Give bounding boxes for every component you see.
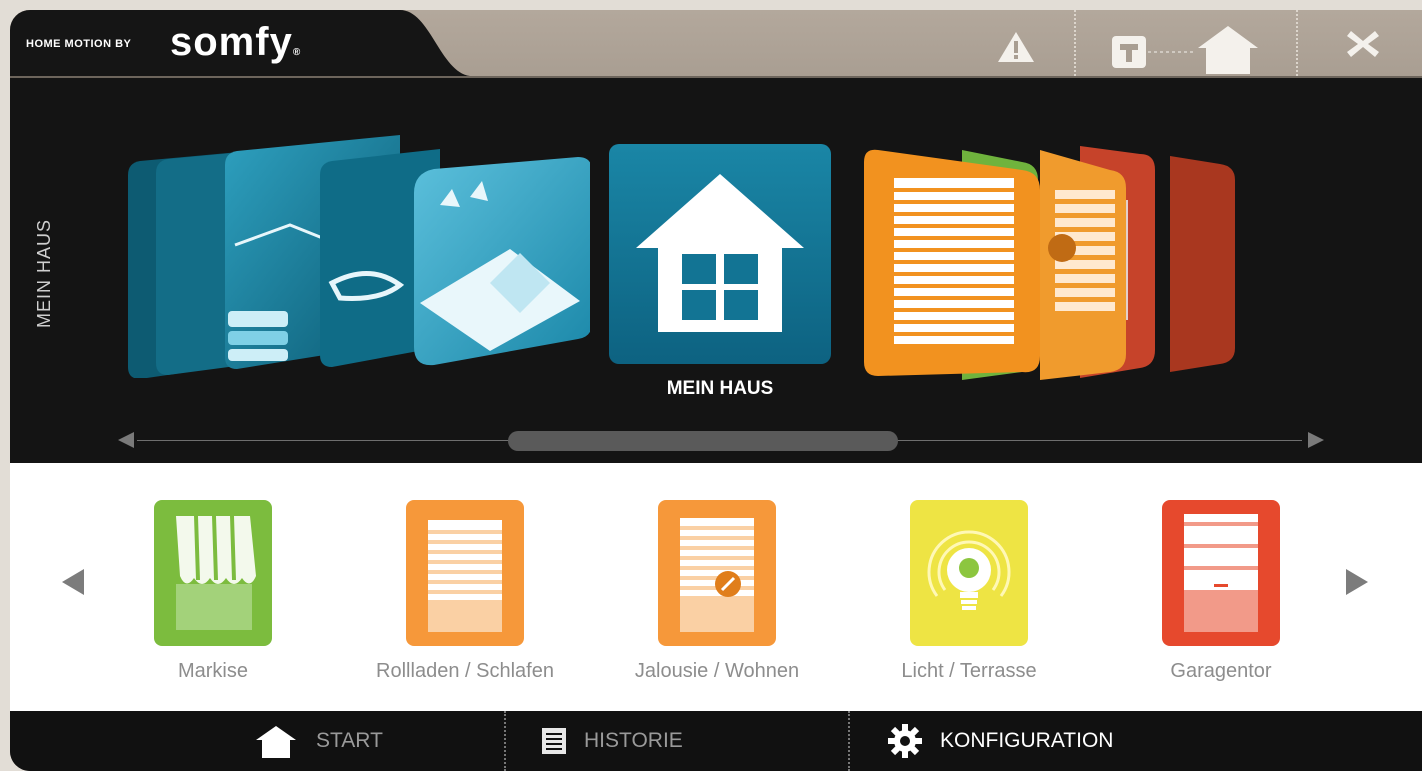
home-icon [256,726,296,758]
brand-prefix: HOME MOTION BY [26,38,132,50]
nav-historie-label: HISTORIE [584,729,683,752]
bottom-nav: START HISTORIE KONFIGURATION [10,711,1422,771]
garage-door-icon [1162,500,1280,646]
room-carousel[interactable]: MEIN HAUS MEIN HAUS [10,78,1422,463]
history-list-icon [542,728,566,754]
close-icon[interactable] [1346,28,1380,60]
gear-icon [888,724,922,758]
device-label: Jalousie / Wohnen [634,660,800,682]
room-cards-left[interactable] [110,133,590,378]
device-markise[interactable]: Markise [146,500,280,682]
device-row: Markise Rollladen / Schlafen Jalousie / … [10,463,1422,711]
brand-name: somfy [170,20,293,64]
nav-separator [848,711,850,771]
nav-konfiguration[interactable]: KONFIGURATION [888,711,1113,771]
carousel-scroll-left-icon[interactable] [118,432,134,448]
carousel-scroll-right-icon[interactable] [1308,432,1324,448]
device-licht[interactable]: Licht / Terrasse [901,500,1037,682]
top-bar: HOME MOTION BY somfy® [10,10,1422,76]
nav-start[interactable]: START [254,711,383,771]
device-card-red-back [1170,156,1235,372]
carousel-scroll-thumb[interactable] [508,431,898,451]
somfy-logo: somfy® [170,20,301,65]
device-label: Markise [177,660,248,682]
venetian-blind-icon [658,500,776,646]
top-separator [1296,10,1298,76]
device-prev-icon[interactable] [62,569,84,595]
device-garagentor[interactable]: Garagentor [1154,500,1288,682]
nav-historie[interactable]: HISTORIE [542,711,683,771]
current-room-label: MEIN HAUS [666,378,774,399]
tahoma-home-icon[interactable] [1110,22,1260,74]
app-window: HOME MOTION BY somfy® MEIN HAUS MEIN HAU… [10,10,1422,771]
awning-icon [154,500,272,646]
device-next-icon[interactable] [1346,569,1368,595]
top-separator [1074,10,1076,76]
brand-reg: ® [292,47,302,58]
nav-separator [504,711,506,771]
house-icon [636,174,804,332]
nav-konfiguration-label: KONFIGURATION [940,729,1114,752]
device-label: Licht / Terrasse [901,660,1037,682]
device-jalousie[interactable]: Jalousie / Wohnen [635,500,799,682]
mein-haus-card[interactable] [609,144,831,364]
warning-icon[interactable] [996,30,1036,64]
device-cards-right[interactable] [850,140,1330,390]
device-label: Garagentor [1170,660,1272,682]
side-label: MEIN HAUS [34,218,54,328]
device-rollladen[interactable]: Rollladen / Schlafen [376,500,554,682]
roller-shutter-icon [406,500,524,646]
light-bulb-icon [910,500,1028,646]
nav-start-label: START [316,729,383,752]
device-label: Rollladen / Schlafen [376,660,554,682]
